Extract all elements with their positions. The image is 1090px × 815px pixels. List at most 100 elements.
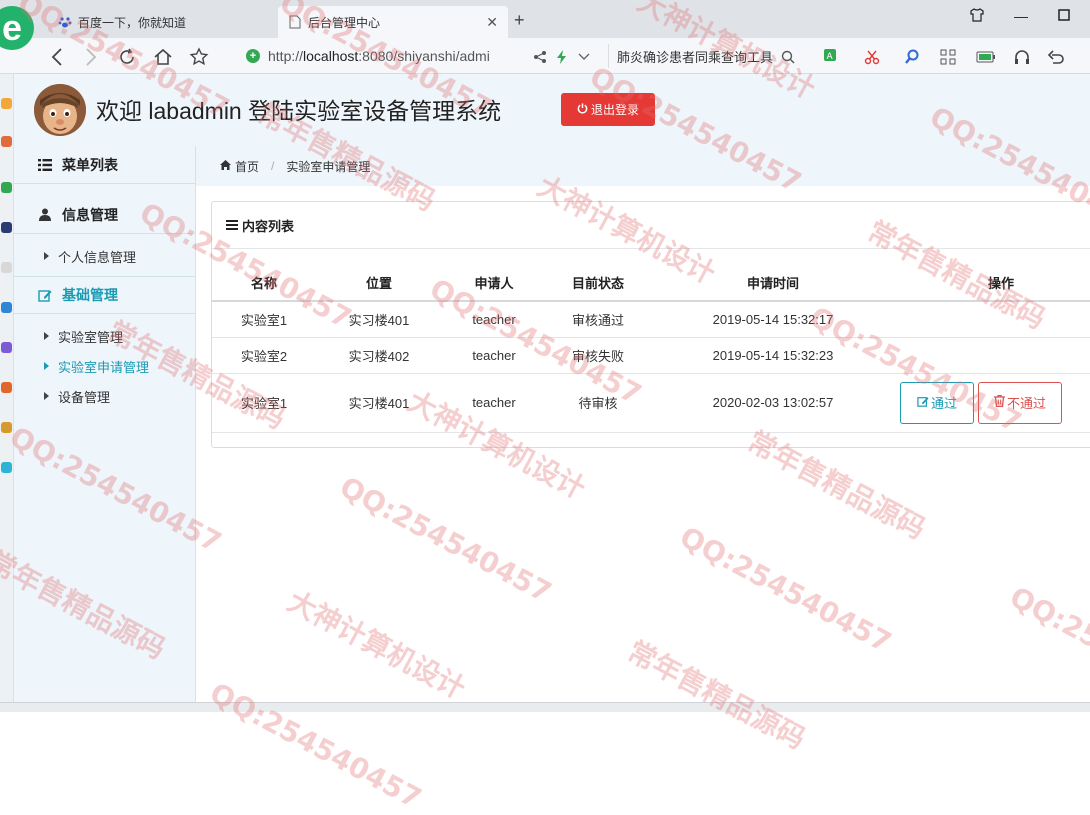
menu-list-title: 菜单列表 (14, 146, 195, 184)
cell-actions: 通过 不通过 (896, 373, 1090, 433)
reject-label: 不通过 (1006, 396, 1046, 411)
search-text: 肺炎确诊患者同乘查询工具 (617, 49, 774, 65)
sidebar-item-lab-application[interactable]: 实验室申请管理 (14, 352, 195, 380)
browser-side-strip (0, 74, 14, 712)
shirt-icon[interactable] (970, 8, 984, 25)
home-small-icon (220, 159, 231, 173)
sidebar-app-icon[interactable] (1, 462, 12, 473)
forward-icon[interactable] (80, 46, 102, 68)
breadcrumb: 首页 / 实验室申请管理 (196, 146, 1090, 186)
application-table: 名称 位置 申请人 目前状态 申请时间 操作 实验室1 实习楼401 teach… (212, 265, 1090, 433)
sidebar-app-icon[interactable] (1, 262, 12, 273)
back-icon[interactable] (46, 46, 68, 68)
welcome-title: 欢迎 labadmin 登陆实验室设备管理系统 (96, 98, 502, 124)
search-input[interactable]: 肺炎确诊患者同乘查询工具 (608, 44, 804, 68)
panel-title: 内容列表 (212, 202, 1090, 249)
sidebar-app-icon[interactable] (1, 302, 12, 313)
user-icon (36, 208, 54, 221)
share-icon[interactable] (530, 47, 550, 67)
cell-status: 审核通过 (546, 301, 650, 338)
power-icon (577, 102, 588, 117)
sidebar-app-icon[interactable] (1, 222, 12, 233)
cell-applicant: teacher (442, 301, 546, 338)
lightning-icon[interactable] (552, 47, 572, 67)
approve-label: 通过 (930, 396, 957, 411)
secure-shield-icon: + (246, 49, 260, 63)
sidebar-item-lab[interactable]: 实验室管理 (14, 322, 195, 350)
apps-grid-icon[interactable] (938, 47, 958, 67)
browser-tab-label: 后台管理中心 (308, 15, 381, 30)
table-row: 实验室1 实习楼401 teacher 待审核 2020-02-03 13:02… (212, 373, 1090, 433)
sidebar-item-equipment[interactable]: 设备管理 (14, 382, 195, 410)
menu-list-label: 菜单列表 (62, 156, 118, 173)
sidebar-group-info[interactable]: 信息管理 (14, 196, 195, 234)
minimize-icon[interactable]: — (1014, 8, 1028, 25)
cell-status: 待审核 (546, 373, 650, 433)
home-icon[interactable] (152, 46, 174, 68)
sidebar-item-label: 实验室管理 (58, 329, 124, 345)
browser-nav-bar: + http://localhost:8080/shiyanshi/admi 肺… (0, 38, 1090, 74)
caret-right-icon (44, 392, 49, 400)
breadcrumb-current: 实验室申请管理 (286, 159, 371, 174)
refresh-icon[interactable] (116, 46, 138, 68)
breadcrumb-separator: / (271, 159, 275, 173)
cell-time: 2019-05-14 15:32:17 (650, 301, 896, 338)
sidebar-item-profile[interactable]: 个人信息管理 (14, 242, 195, 270)
sidebar-app-icon[interactable] (1, 182, 12, 193)
headphones-icon[interactable] (1012, 47, 1032, 67)
edit-icon (917, 395, 929, 410)
sidebar-app-icon[interactable] (1, 136, 12, 147)
cell-name: 实验室1 (212, 301, 316, 338)
address-rest: :8080/shiyanshi/admi (358, 48, 490, 64)
browser-tab-baidu[interactable]: 百度一下，你就知道 (48, 6, 276, 38)
cell-location: 实习楼401 (316, 373, 442, 433)
star-icon[interactable] (188, 46, 210, 68)
sidebar-item-label: 个人信息管理 (58, 249, 137, 265)
undo-icon[interactable] (1046, 47, 1066, 67)
logout-label: 退出登录 (590, 103, 639, 117)
admin-page: 欢迎 labadmin 登陆实验室设备管理系统 退出登录 菜单列表 信息管理 个… (14, 74, 1090, 712)
cell-name: 实验室2 (212, 337, 316, 374)
scissors-icon[interactable] (862, 47, 882, 67)
cell-actions (896, 301, 1090, 338)
chevron-down-icon[interactable] (574, 47, 594, 67)
maximize-icon[interactable] (1058, 8, 1070, 25)
sidebar-item-label: 实验室申请管理 (58, 359, 150, 375)
column-header-location: 位置 (316, 265, 442, 302)
sidebar-app-icon[interactable] (1, 342, 12, 353)
table-header-row: 名称 位置 申请人 目前状态 申请时间 操作 (212, 265, 1090, 302)
table-row: 实验室1 实习楼401 teacher 审核通过 2019-05-14 15:3… (212, 301, 1090, 338)
breadcrumb-home[interactable]: 首页 (235, 158, 259, 175)
panel-title-label: 内容列表 (242, 218, 295, 234)
sidebar-app-icon[interactable] (1, 382, 12, 393)
magnifier-icon[interactable] (902, 47, 922, 67)
browser-tab-admin[interactable]: 后台管理中心 ✕ (278, 6, 508, 38)
close-tab-icon[interactable]: ✕ (486, 14, 498, 31)
column-header-name: 名称 (212, 265, 316, 302)
reject-button[interactable]: 不通过 (978, 381, 1062, 424)
column-header-applicant: 申请人 (442, 265, 546, 302)
sidebar-app-icon[interactable] (1, 422, 12, 433)
cell-location: 实习楼402 (316, 337, 442, 374)
cell-status: 审核失败 (546, 337, 650, 374)
column-header-time: 申请时间 (650, 265, 896, 302)
content-panel: 内容列表 名称 位置 申请人 目前状态 申请时间 操作 实验室1 实习楼401 … (211, 201, 1090, 448)
translate-icon[interactable]: A (822, 47, 842, 67)
sidebar-app-icon[interactable] (1, 98, 12, 109)
approve-button[interactable]: 通过 (900, 381, 974, 424)
trash-icon (993, 394, 1005, 410)
column-header-actions: 操作 (896, 265, 1090, 302)
battery-icon (976, 47, 996, 67)
address-bar[interactable]: + http://localhost:8080/shiyanshi/admi (246, 44, 520, 68)
new-tab-icon[interactable]: + (514, 10, 525, 31)
logout-button[interactable]: 退出登录 (561, 93, 655, 126)
list-icon (36, 158, 54, 171)
cell-location: 实习楼401 (316, 301, 442, 338)
sidebar-group-basic[interactable]: 基础管理 (14, 276, 195, 314)
caret-right-icon (44, 332, 49, 340)
search-icon[interactable] (778, 47, 798, 67)
column-header-status: 目前状态 (546, 265, 650, 302)
browser-status-bar (0, 702, 1090, 712)
sidebar-group-label: 信息管理 (62, 206, 118, 223)
caret-right-icon (44, 252, 49, 260)
